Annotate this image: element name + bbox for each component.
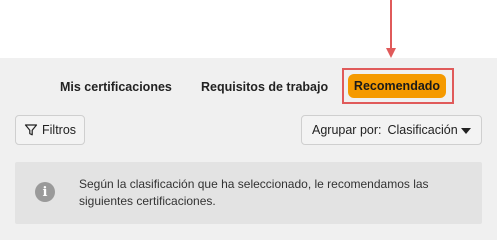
- caret-down-icon: [461, 128, 471, 134]
- tab-bar: Mis certificaciones Requisitos de trabaj…: [0, 58, 497, 118]
- filters-label: Filtros: [42, 123, 77, 137]
- funnel-icon: [24, 124, 38, 136]
- certifications-panel: Mis certificaciones Requisitos de trabaj…: [0, 58, 497, 240]
- group-by-select[interactable]: Agrupar por: Clasificación: [301, 115, 482, 145]
- tab-recomendado[interactable]: Recomendado: [348, 74, 446, 98]
- info-message-text: Según la clasificación que ha selecciona…: [79, 177, 429, 208]
- annotation-arrow-icon: [386, 0, 396, 58]
- group-by-value: Clasificación: [387, 123, 458, 137]
- info-message-box: i Según la clasificación que ha seleccio…: [15, 162, 482, 224]
- group-by-label: Agrupar por:: [312, 123, 382, 137]
- tab-requisitos-de-trabajo[interactable]: Requisitos de trabajo: [201, 80, 328, 94]
- page: Mis certificaciones Requisitos de trabaj…: [0, 0, 497, 240]
- info-icon: i: [35, 182, 55, 202]
- filters-button[interactable]: Filtros: [15, 115, 85, 145]
- tab-mis-certificaciones[interactable]: Mis certificaciones: [60, 80, 172, 94]
